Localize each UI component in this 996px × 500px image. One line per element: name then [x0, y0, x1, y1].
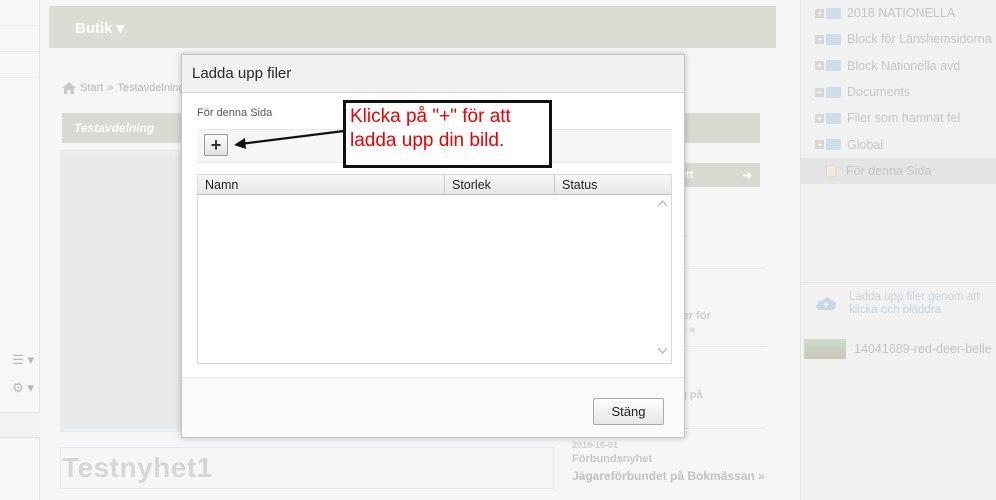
annotation-arrow-icon — [234, 129, 345, 149]
tree-item-folder[interactable]: Global — [801, 131, 996, 157]
file-tree-panel: 2018 NATIONELLA Block för Länshemsidorna… — [800, 0, 996, 500]
expand-icon[interactable] — [815, 140, 824, 150]
section-title: Testavdelning — [74, 121, 155, 135]
tree-item-label: 2018 NATIONELLA — [847, 6, 956, 21]
breadcrumb-start[interactable]: Start — [80, 82, 103, 94]
news-headline[interactable]: Testnyhet1 — [62, 452, 213, 484]
news-category: Förbundsnyhet — [572, 453, 653, 465]
table-header: Namn Storlek Status — [198, 175, 671, 195]
breadcrumb: Start » Testavdelning — [62, 82, 185, 94]
home-icon[interactable] — [62, 82, 76, 94]
tree-item-folder[interactable]: Documents — [801, 79, 996, 105]
tree-item-label: Block Nationella avd — [847, 58, 961, 73]
expand-icon[interactable] — [815, 87, 824, 97]
folder-icon — [826, 112, 841, 124]
page-icon — [826, 164, 836, 177]
upload-file-table: Namn Storlek Status — [197, 174, 672, 364]
top-nav-bar: Butik ▾ — [49, 6, 776, 48]
left-strip-row — [0, 52, 39, 78]
column-header-size[interactable]: Storlek — [445, 175, 555, 195]
folder-icon — [826, 86, 841, 98]
dialog-title: Ladda upp filer — [192, 65, 292, 82]
file-thumbnail — [804, 339, 846, 359]
table-scrollbar[interactable] — [656, 197, 670, 361]
left-strip-row — [0, 26, 39, 52]
close-button[interactable]: Stäng — [593, 398, 664, 425]
news-date: 2018-10-01 — [572, 440, 619, 450]
news-divider — [674, 346, 766, 347]
expand-icon[interactable] — [815, 113, 824, 123]
add-file-button[interactable]: + — [204, 134, 228, 156]
tree-item-label: För denna Sida — [846, 163, 932, 178]
expand-icon[interactable] — [815, 61, 824, 71]
left-tools: ☰ ▾ ⚙ ▾ — [0, 346, 40, 402]
tree-item-label: Documents — [847, 85, 911, 100]
arrow-right-icon: ➔ — [742, 169, 752, 182]
scroll-down-icon[interactable] — [657, 347, 668, 357]
tree-item-label: Global — [847, 137, 884, 152]
tree-item-folder[interactable]: Block för Länshemsidorna — [801, 26, 996, 52]
breadcrumb-current[interactable]: Testavdelning — [117, 82, 184, 94]
expand-icon[interactable] — [815, 34, 824, 44]
file-list-item[interactable]: 14041689-red-deer-belle — [801, 338, 996, 360]
tree-item-folder[interactable]: 2018 NATIONELLA — [801, 0, 996, 26]
shop-menu[interactable]: Butik ▾ — [75, 19, 124, 37]
list-view-icon[interactable]: ☰ ▾ — [0, 346, 40, 374]
instruction-text: Klicka på "+" för att ladda upp din bild… — [350, 106, 511, 151]
column-header-name[interactable]: Namn — [198, 175, 445, 195]
scroll-up-icon[interactable] — [657, 199, 668, 209]
tree-item-folder[interactable]: Block Nationella avd — [801, 53, 996, 79]
file-name: 14041689-red-deer-belle — [854, 342, 992, 356]
tree-item-label: Filer som hamnat fel — [847, 111, 961, 126]
folder-icon — [826, 139, 841, 151]
left-bottom-bar — [0, 412, 40, 438]
tree-item-label: Block för Länshemsidorna — [847, 32, 992, 47]
folder-icon — [826, 60, 841, 72]
dialog-footer: Stäng — [182, 377, 684, 437]
tree-item-page-selected[interactable]: För denna Sida — [801, 157, 996, 185]
left-strip-row — [0, 0, 39, 26]
gear-icon[interactable]: ⚙ ▾ — [0, 374, 40, 402]
cloud-upload-icon — [816, 297, 837, 310]
folder-tree: 2018 NATIONELLA Block för Länshemsidorna… — [801, 0, 996, 185]
folder-icon — [826, 33, 841, 45]
news-divider — [674, 268, 766, 269]
column-header-status[interactable]: Status — [555, 175, 671, 195]
dialog-header[interactable]: Ladda upp filer — [182, 55, 684, 93]
folder-icon — [826, 7, 841, 19]
expand-icon[interactable] — [815, 8, 824, 18]
news-divider — [674, 428, 766, 429]
instruction-callout: Klicka på "+" för att ladda upp din bild… — [343, 100, 552, 168]
news-new-button[interactable]: ytt ➔ — [676, 163, 760, 187]
upload-drop-zone[interactable]: Ladda upp filer genom att klicka och blä… — [801, 282, 996, 324]
news-link[interactable]: Jägareförbundet på Bokmässan » — [572, 469, 765, 483]
target-folder-label: För denna Sida — [197, 107, 273, 119]
upload-hint: Ladda upp filer genom att klicka och blä… — [849, 291, 980, 316]
tree-item-folder[interactable]: Filer som hamnat fel — [801, 105, 996, 131]
breadcrumb-separator: » — [107, 82, 114, 94]
